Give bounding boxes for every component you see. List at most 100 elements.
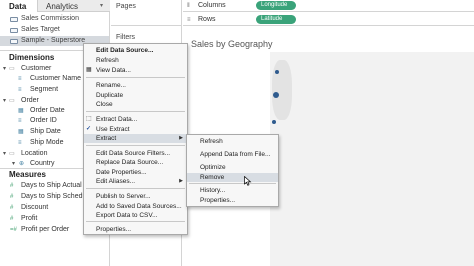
folder-icon: ▭ bbox=[9, 151, 15, 157]
pane-tabs: Data Analytics ▾ bbox=[0, 0, 110, 12]
menu-label: Edit Data Source Filters... bbox=[96, 150, 171, 157]
tree-label: Profit per Order bbox=[21, 226, 70, 233]
longitude-pill[interactable]: Longitude bbox=[256, 1, 296, 10]
menu-item-date-properties[interactable]: Date Properties... bbox=[84, 168, 187, 177]
database-icon bbox=[10, 28, 18, 33]
abc-icon: ≡ bbox=[18, 140, 22, 146]
dimensions-heading: Dimensions bbox=[9, 53, 55, 62]
extract-submenu: Refresh Append Data from File... Optimiz… bbox=[186, 134, 279, 207]
tree-label: Order ID bbox=[30, 117, 57, 124]
menu-item-extract[interactable]: Extract ▶ bbox=[84, 134, 187, 143]
chevron-down-icon[interactable]: ▾ bbox=[3, 96, 6, 106]
submenu-item-history[interactable]: History... bbox=[187, 186, 278, 195]
pages-shelf[interactable]: Pages bbox=[111, 0, 181, 26]
datasource-context-menu: Edit Data Source... Refresh ▦ View Data..… bbox=[83, 43, 188, 235]
menu-label: Export Data to CSV... bbox=[96, 212, 158, 219]
tree-label: Order Date bbox=[30, 107, 65, 114]
chevron-down-icon[interactable]: ▾ bbox=[3, 149, 6, 159]
tree-label: Days to Ship Schedu... bbox=[21, 193, 93, 200]
menu-label: Rename... bbox=[96, 82, 126, 89]
tab-analytics[interactable]: Analytics bbox=[46, 0, 78, 12]
datasource-label: Sales Target bbox=[21, 26, 60, 33]
number-icon: # bbox=[10, 183, 14, 189]
menu-item-properties[interactable]: Properties... bbox=[84, 225, 187, 234]
datasource-sales-commission[interactable]: Sales Commission bbox=[0, 14, 109, 24]
submenu-item-properties[interactable]: Properties... bbox=[187, 196, 278, 205]
menu-label: Close bbox=[96, 101, 113, 108]
pages-label: Pages bbox=[116, 3, 136, 10]
menu-separator bbox=[86, 188, 185, 189]
calendar-icon: ▦ bbox=[18, 108, 24, 114]
menu-item-export-data-to-csv[interactable]: Export Data to CSV... bbox=[84, 211, 187, 220]
abc-icon: ≡ bbox=[18, 76, 22, 82]
menu-item-edit-data-source[interactable]: Edit Data Source... bbox=[84, 46, 187, 55]
submenu-item-refresh[interactable]: Refresh bbox=[187, 137, 278, 146]
abc-icon: ≡ bbox=[18, 87, 22, 93]
tree-label: Order bbox=[21, 97, 39, 104]
menu-label: Refresh bbox=[200, 138, 223, 145]
menu-label: History... bbox=[200, 187, 226, 194]
pane-menu-arrow-icon[interactable]: ▾ bbox=[100, 2, 103, 9]
datasource-label: Sales Commission bbox=[21, 15, 79, 22]
menu-item-extract-data[interactable]: ⬚ Extract Data... bbox=[84, 115, 187, 124]
menu-item-refresh[interactable]: Refresh bbox=[84, 56, 187, 65]
map-mark[interactable] bbox=[275, 70, 279, 74]
submenu-item-optimize[interactable]: Optimize bbox=[187, 163, 278, 172]
mouse-cursor-icon bbox=[244, 176, 252, 186]
chevron-down-icon[interactable]: ▾ bbox=[3, 64, 6, 74]
tree-label: Segment bbox=[30, 86, 59, 93]
datasource-sales-target[interactable]: Sales Target bbox=[0, 25, 109, 35]
view-title: Sales by Geography bbox=[191, 39, 273, 49]
menu-item-close[interactable]: Close bbox=[84, 100, 187, 109]
columns-label: Columns bbox=[198, 2, 226, 9]
check-icon: ✓ bbox=[86, 126, 92, 132]
calendar-icon: ▦ bbox=[18, 129, 24, 135]
menu-label: Properties... bbox=[96, 226, 132, 233]
number-icon: # bbox=[10, 205, 14, 211]
menu-label: Use Extract bbox=[96, 126, 130, 133]
menu-item-edit-data-source-filters[interactable]: Edit Data Source Filters... bbox=[84, 149, 187, 158]
folder-icon: ▭ bbox=[9, 98, 15, 104]
tree-label: Discount bbox=[21, 204, 49, 211]
submenu-arrow-icon: ▶ bbox=[179, 178, 183, 184]
map-mark[interactable] bbox=[272, 120, 276, 124]
map[interactable] bbox=[270, 52, 474, 266]
datasource-label: Sample - Superstore bbox=[21, 37, 86, 44]
menu-label: Publish to Server... bbox=[96, 193, 151, 200]
latitude-pill[interactable]: Latitude bbox=[256, 15, 296, 24]
rows-shelf[interactable]: ≡ Rows Latitude bbox=[183, 14, 474, 26]
menu-item-rename[interactable]: Rename... bbox=[84, 81, 187, 90]
menu-separator bbox=[86, 221, 185, 222]
submenu-item-remove[interactable]: Remove bbox=[187, 173, 278, 182]
columns-shelf[interactable]: ⦀ Columns Longitude bbox=[183, 0, 474, 12]
menu-label: Properties... bbox=[200, 197, 236, 204]
tab-data[interactable]: Data bbox=[0, 0, 38, 12]
menu-label: Optimize bbox=[200, 164, 226, 171]
database-icon bbox=[10, 17, 18, 22]
menu-separator bbox=[189, 183, 276, 184]
view-area: ⦀ Columns Longitude ≡ Rows Latitude Sale… bbox=[183, 0, 474, 266]
tree-label: Ship Mode bbox=[30, 139, 64, 146]
abc-icon: ≡ bbox=[18, 118, 22, 124]
submenu-item-append-data-from-file[interactable]: Append Data from File... bbox=[187, 150, 278, 159]
tree-label: Profit bbox=[21, 215, 38, 222]
menu-separator bbox=[86, 77, 185, 78]
menu-item-publish-to-server[interactable]: Publish to Server... bbox=[84, 192, 187, 201]
tree-label: Customer bbox=[21, 65, 52, 72]
menu-item-replace-data-source[interactable]: Replace Data Source... bbox=[84, 158, 187, 167]
tree-label: Location bbox=[21, 150, 48, 157]
menu-label: Edit Aliases... bbox=[96, 178, 136, 185]
map-mark[interactable] bbox=[273, 92, 279, 98]
menu-label: View Data... bbox=[96, 67, 131, 74]
menu-item-use-extract[interactable]: ✓ Use Extract bbox=[84, 125, 187, 134]
menu-label: Remove bbox=[200, 174, 225, 181]
menu-label: Extract Data... bbox=[96, 116, 138, 123]
database-icon bbox=[10, 39, 18, 44]
menu-item-duplicate[interactable]: Duplicate bbox=[84, 91, 187, 100]
menu-item-view-data[interactable]: ▦ View Data... bbox=[84, 66, 187, 75]
map-landmass bbox=[272, 60, 292, 120]
submenu-arrow-icon: ▶ bbox=[179, 135, 183, 141]
menu-item-edit-aliases[interactable]: Edit Aliases... ▶ bbox=[84, 177, 187, 186]
menu-item-add-to-saved-data-sources[interactable]: Add to Saved Data Sources... bbox=[84, 202, 187, 211]
tree-label: Ship Date bbox=[30, 128, 61, 135]
